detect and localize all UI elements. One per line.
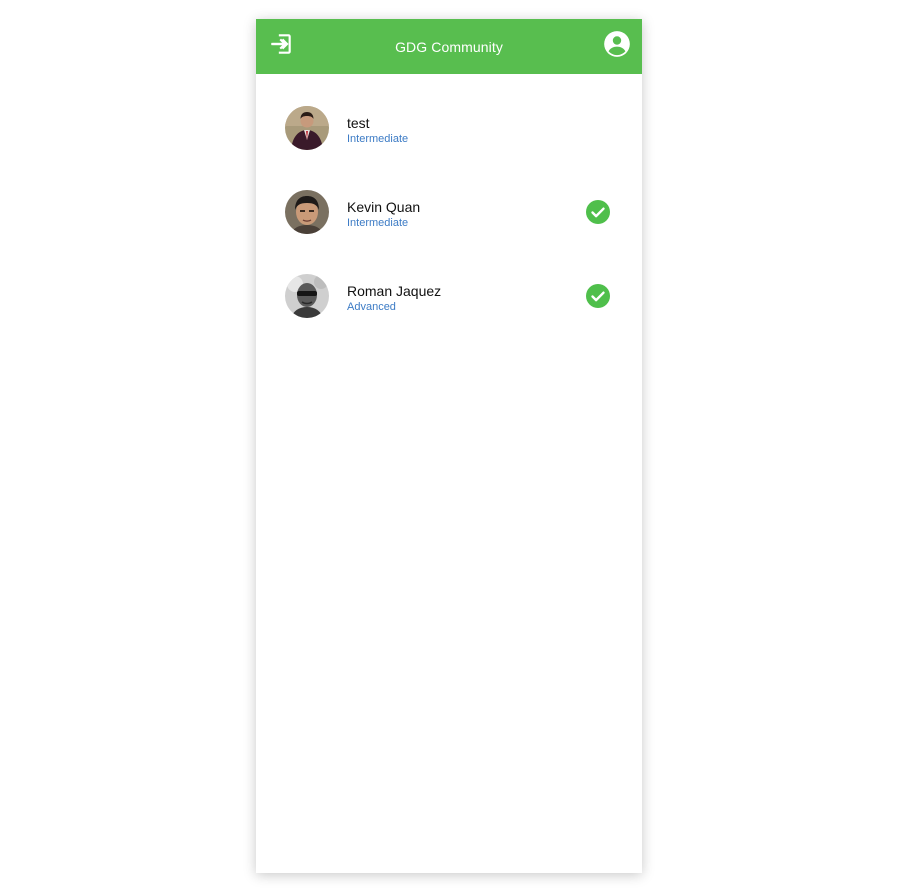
member-level: Advanced	[347, 301, 396, 313]
member-level: Intermediate	[347, 217, 409, 229]
app-screen: GDG Community test Intermediate Kevin Qu…	[256, 19, 642, 873]
app-bar: GDG Community	[256, 19, 642, 74]
member-list: test Intermediate Kevin Quan Intermediat…	[256, 74, 642, 326]
member-level: Intermediate	[347, 133, 409, 145]
list-item[interactable]: Kevin Quan Intermediate	[256, 158, 642, 242]
list-item[interactable]: Roman Jaquez Advanced	[256, 242, 642, 326]
avatar	[285, 274, 329, 318]
member-name: Roman Jaquez	[347, 283, 442, 299]
login-icon	[268, 31, 294, 62]
member-name: Kevin Quan	[347, 199, 421, 215]
member-name: test	[347, 115, 370, 131]
member-info: Roman Jaquez Advanced	[347, 283, 441, 314]
account-button[interactable]	[592, 19, 642, 74]
member-info: test Intermediate	[347, 115, 408, 146]
login-button[interactable]	[256, 19, 306, 74]
list-item[interactable]: test Intermediate	[256, 74, 642, 158]
check-circle-icon	[586, 284, 610, 308]
app-title: GDG Community	[395, 38, 503, 55]
check-circle-icon	[586, 200, 610, 224]
member-info: Kevin Quan Intermediate	[347, 199, 420, 230]
avatar	[285, 106, 329, 150]
avatar	[285, 190, 329, 234]
account-circle-icon	[603, 30, 631, 63]
